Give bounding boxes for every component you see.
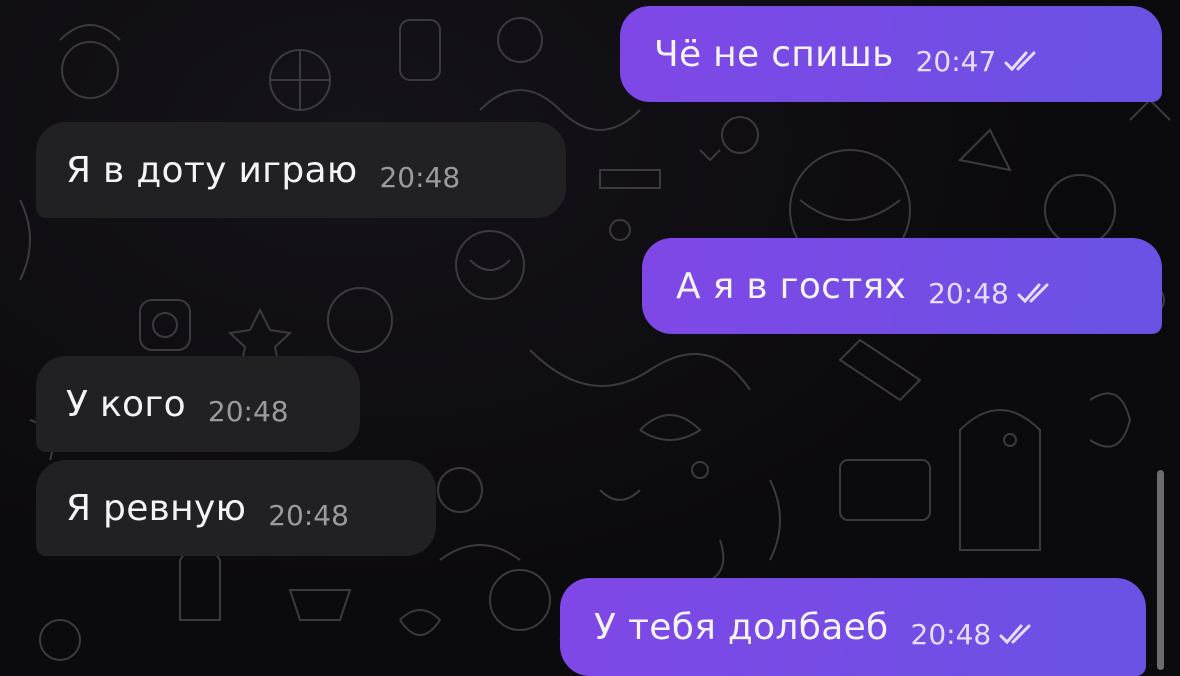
message-text: У кого [66, 383, 186, 425]
message-outgoing[interactable]: Чё не спишь 20:47 [620, 6, 1162, 102]
message-incoming[interactable]: У кого 20:48 [36, 356, 360, 452]
message-text: А я в гостях [676, 265, 907, 307]
message-text: Я в доту играю [66, 149, 358, 191]
message-time: 20:48 [928, 276, 1009, 310]
message-text: Чё не спишь [654, 33, 894, 75]
message-incoming[interactable]: Я в доту играю 20:48 [36, 122, 566, 218]
message-text: У тебя долбаеб [594, 606, 889, 648]
double-check-icon [1004, 51, 1036, 72]
message-time: 20:48 [207, 394, 289, 428]
message-text: Я ревную [66, 487, 247, 529]
message-time: 20:47 [915, 44, 997, 78]
message-outgoing[interactable]: А я в гостях 20:48 [642, 238, 1162, 334]
chat-scrollbar[interactable] [1157, 470, 1164, 670]
message-outgoing[interactable]: У тебя долбаеб 20:48 [560, 578, 1146, 676]
message-time: 20:48 [910, 617, 992, 651]
chat-screen: Чё не спишь 20:47 Я в доту играю 20:48 А… [0, 0, 1180, 676]
message-time: 20:48 [268, 498, 349, 532]
message-time: 20:48 [379, 160, 461, 194]
double-check-icon [1017, 283, 1049, 304]
double-check-icon [999, 624, 1031, 645]
message-incoming[interactable]: Я ревную 20:48 [36, 460, 436, 556]
